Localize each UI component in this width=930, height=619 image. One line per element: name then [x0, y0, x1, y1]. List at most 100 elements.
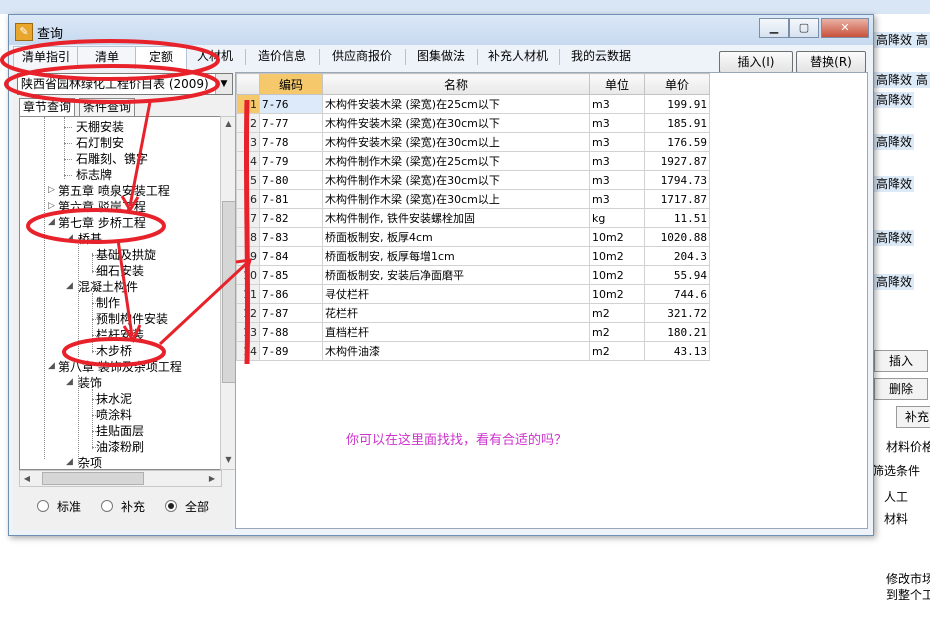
row-number[interactable]: 9	[236, 246, 260, 266]
tree-node-chapter-8[interactable]: 第八章 装饰及杂项工程	[58, 359, 182, 375]
cell-unit[interactable]: m3	[589, 94, 645, 114]
cell-name[interactable]: 桥面板制安, 板厚每增1cm	[322, 246, 590, 266]
cell-unit[interactable]: m3	[589, 151, 645, 171]
tree-node[interactable]: 装饰	[78, 375, 102, 391]
collapse-icon[interactable]: ◢	[48, 361, 55, 371]
cell-code[interactable]: 7-77	[259, 113, 323, 133]
cell-price[interactable]: 1927.87	[644, 151, 710, 171]
column-header-price[interactable]: 单价	[644, 73, 710, 95]
cell-unit[interactable]: 10m2	[589, 227, 645, 247]
expand-icon[interactable]: ▷	[48, 201, 55, 211]
table-row[interactable]: 2 7-77 木构件安装木梁 (梁宽)在30cm以下 m3 185.91	[236, 113, 710, 133]
replace-button[interactable]: 替换(R)	[796, 51, 866, 73]
subtab-chapter-query[interactable]: 章节查询	[19, 98, 76, 116]
cell-unit[interactable]: m3	[589, 189, 645, 209]
cell-code[interactable]: 7-87	[259, 303, 323, 323]
scroll-up-icon[interactable]: ▲	[221, 117, 236, 131]
cell-price[interactable]: 199.91	[644, 94, 710, 114]
table-row[interactable]: 7 7-82 木构件制作, 铁件安装螺栓加固 kg 11.51	[236, 208, 710, 228]
tree-node[interactable]: 油漆粉刷	[96, 439, 144, 455]
cell-price[interactable]: 1020.88	[644, 227, 710, 247]
table-row[interactable]: 10 7-85 桥面板制安, 安装后净面磨平 10m2 55.94	[236, 265, 710, 285]
cell-code[interactable]: 7-88	[259, 322, 323, 342]
cell-name[interactable]: 桥面板制安, 安装后净面磨平	[322, 265, 590, 285]
cell-code[interactable]: 7-79	[259, 151, 323, 171]
tree-node[interactable]: 桥基	[78, 231, 102, 247]
cell-price[interactable]: 43.13	[644, 341, 710, 361]
tree-node[interactable]: 石灯制安	[76, 135, 124, 151]
cell-price[interactable]: 321.72	[644, 303, 710, 323]
tab-list[interactable]: 清单	[77, 46, 137, 68]
cell-code[interactable]: 7-84	[259, 246, 323, 266]
column-header-name[interactable]: 名称	[322, 73, 590, 95]
cell-code[interactable]: 7-81	[259, 189, 323, 209]
table-row[interactable]: 6 7-81 木构件制作木梁 (梁宽)在30cm以上 m3 1717.87	[236, 189, 710, 209]
tab-my-cloud-data[interactable]: 我的云数据	[561, 46, 641, 67]
cell-unit[interactable]: m3	[589, 113, 645, 133]
filter-supplement-radio[interactable]: 补充	[101, 499, 145, 515]
cell-code[interactable]: 7-80	[259, 170, 323, 190]
filter-all-radio[interactable]: 全部	[165, 499, 209, 515]
cell-name[interactable]: 桥面板制安, 板厚4cm	[322, 227, 590, 247]
cell-price[interactable]: 11.51	[644, 208, 710, 228]
table-row[interactable]: 12 7-87 花栏杆 m2 321.72	[236, 303, 710, 323]
cell-unit[interactable]: m2	[589, 341, 645, 361]
table-row[interactable]: 8 7-83 桥面板制安, 板厚4cm 10m2 1020.88	[236, 227, 710, 247]
row-number[interactable]: 8	[236, 227, 260, 247]
cell-code[interactable]: 7-83	[259, 227, 323, 247]
cell-price[interactable]: 744.6	[644, 284, 710, 304]
tree-node-chapter-7[interactable]: 第七章 步桥工程	[58, 215, 146, 231]
column-header-unit[interactable]: 单位	[589, 73, 645, 95]
collapse-icon[interactable]: ◢	[48, 217, 55, 227]
cell-name[interactable]: 木构件制作, 铁件安装螺栓加固	[322, 208, 590, 228]
cell-price[interactable]: 180.21	[644, 322, 710, 342]
maximize-icon[interactable]: ▢	[789, 18, 819, 38]
scroll-left-icon[interactable]: ◀	[20, 471, 34, 486]
cell-name[interactable]: 木构件安装木梁 (梁宽)在25cm以下	[322, 94, 590, 114]
cell-unit[interactable]: 10m2	[589, 246, 645, 266]
table-row[interactable]: 5 7-80 木构件制作木梁 (梁宽)在30cm以下 m3 1794.73	[236, 170, 710, 190]
bg-supplement-button[interactable]: 补充	[896, 406, 930, 428]
row-number[interactable]: 10	[236, 265, 260, 285]
cell-unit[interactable]: kg	[589, 208, 645, 228]
table-row[interactable]: 14 7-89 木构件油漆 m2 43.13	[236, 341, 710, 361]
tab-supplement-material[interactable]: 补充人材机	[479, 46, 557, 67]
cell-price[interactable]: 1794.73	[644, 170, 710, 190]
collapse-icon[interactable]: ◢	[66, 377, 73, 387]
cell-code[interactable]: 7-76	[259, 94, 323, 114]
row-number[interactable]: 4	[236, 151, 260, 171]
cell-price[interactable]: 176.59	[644, 132, 710, 152]
scroll-thumb[interactable]	[222, 201, 236, 383]
row-number[interactable]: 13	[236, 322, 260, 342]
row-number[interactable]: 5	[236, 170, 260, 190]
cell-unit[interactable]: m2	[589, 303, 645, 323]
tree-node[interactable]: 标志牌	[76, 167, 112, 183]
cell-name[interactable]: 木构件安装木梁 (梁宽)在30cm以上	[322, 132, 590, 152]
bg-delete-button[interactable]: 删除	[874, 378, 928, 400]
cell-unit[interactable]: m3	[589, 132, 645, 152]
collapse-icon[interactable]: ◢	[66, 457, 73, 467]
cell-code[interactable]: 7-85	[259, 265, 323, 285]
cell-code[interactable]: 7-86	[259, 284, 323, 304]
column-header-code[interactable]: 编码	[259, 73, 323, 95]
tab-atlas-method[interactable]: 图集做法	[407, 46, 475, 67]
row-number[interactable]: 7	[236, 208, 260, 228]
table-row[interactable]: 3 7-78 木构件安装木梁 (梁宽)在30cm以上 m3 176.59	[236, 132, 710, 152]
tree-node[interactable]: 天棚安装	[76, 119, 124, 135]
tree-node[interactable]: 制作	[96, 295, 120, 311]
table-row[interactable]: 11 7-86 寻仗栏杆 10m2 744.6	[236, 284, 710, 304]
tree-node[interactable]: 杂项	[78, 455, 102, 469]
tree-horizontal-scrollbar[interactable]: ◀ ▶	[19, 470, 222, 487]
cell-name[interactable]: 直档栏杆	[322, 322, 590, 342]
tree-node[interactable]: 基础及拱旋	[96, 247, 156, 263]
cell-price[interactable]: 1717.87	[644, 189, 710, 209]
row-number[interactable]: 11	[236, 284, 260, 304]
scroll-down-icon[interactable]: ▼	[221, 453, 236, 467]
cell-unit[interactable]: 10m2	[589, 284, 645, 304]
chevron-down-icon[interactable]: ▼	[215, 74, 232, 94]
row-number[interactable]: 2	[236, 113, 260, 133]
cell-unit[interactable]: m2	[589, 322, 645, 342]
cell-name[interactable]: 花栏杆	[322, 303, 590, 323]
tree-node[interactable]: 栏杆安装	[96, 327, 144, 343]
cell-name[interactable]: 木构件制作木梁 (梁宽)在25cm以下	[322, 151, 590, 171]
